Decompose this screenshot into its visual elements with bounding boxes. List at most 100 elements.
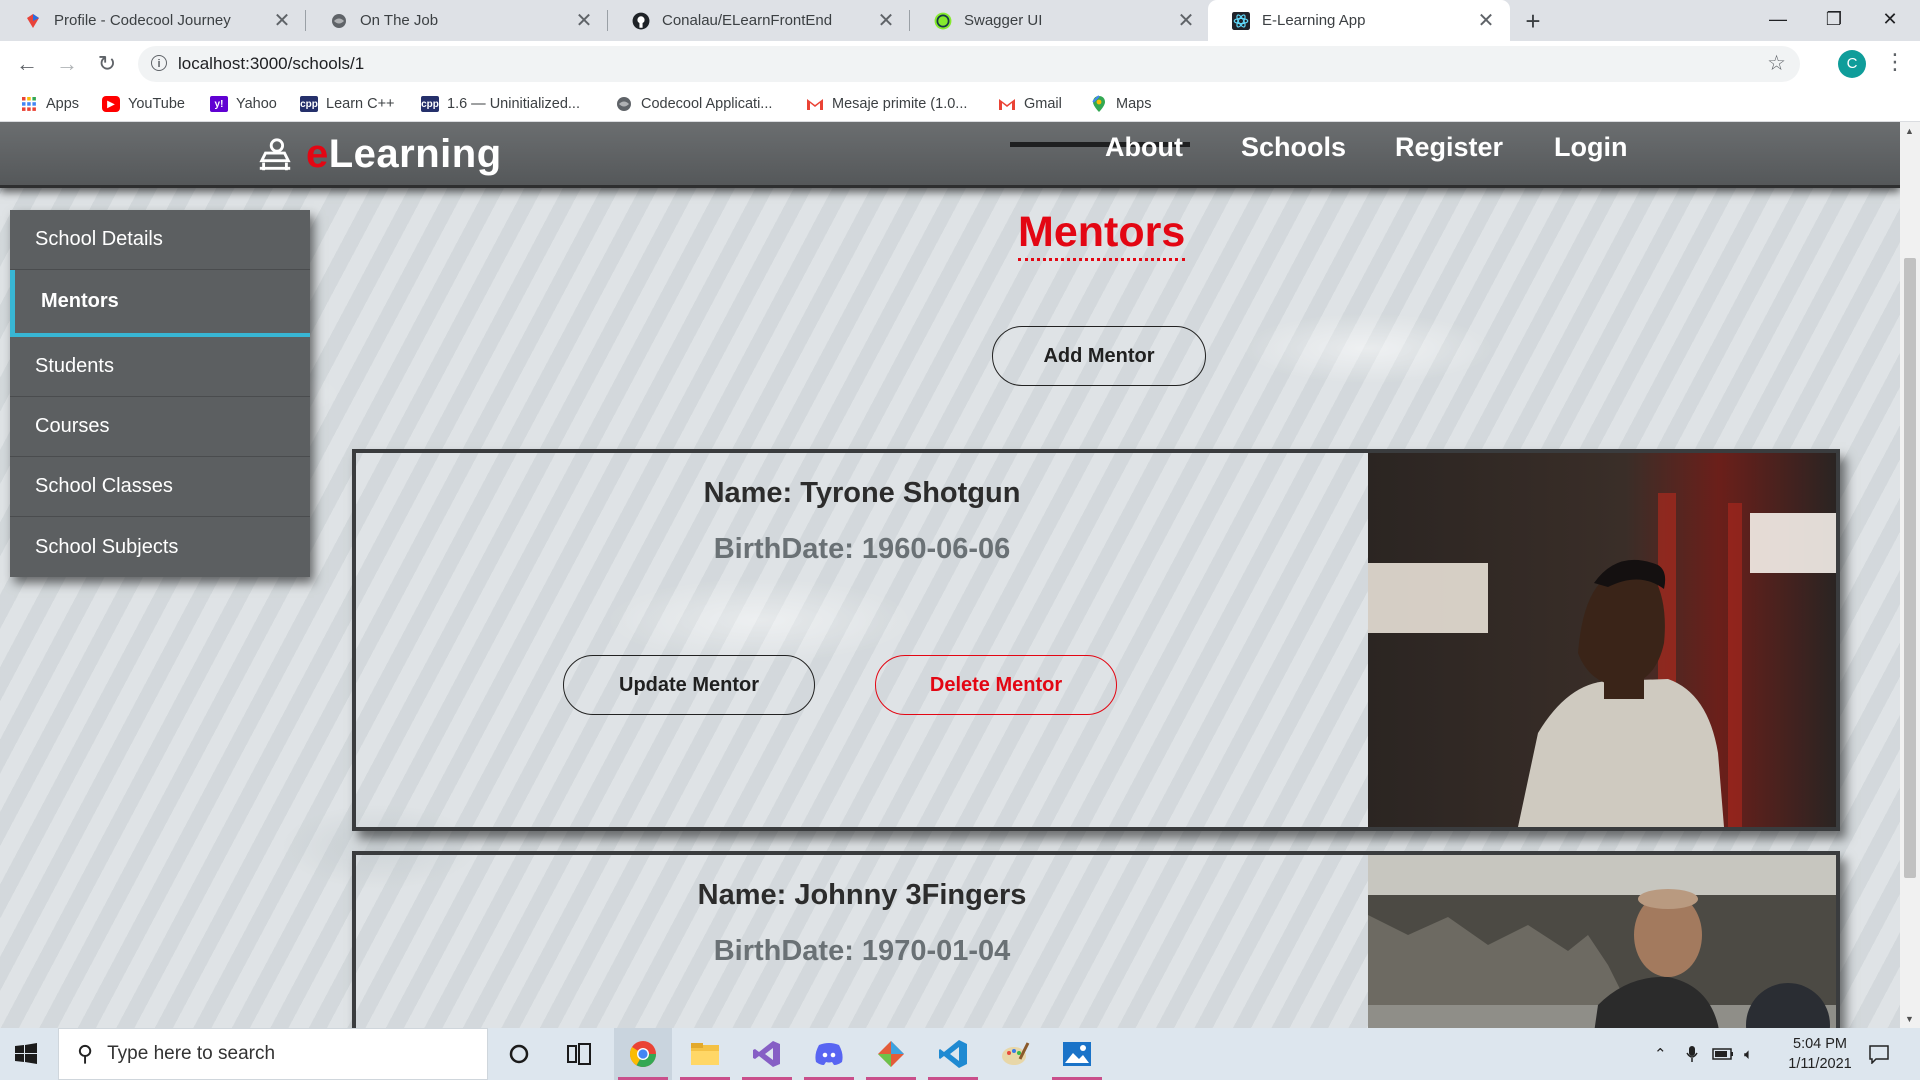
- nav-register[interactable]: Register: [1395, 132, 1503, 163]
- sidebar-item-school-details[interactable]: School Details: [10, 210, 310, 270]
- maps-icon: [1090, 95, 1108, 112]
- close-icon[interactable]: ✕: [876, 11, 896, 31]
- github-icon: [632, 12, 650, 30]
- tab-on-the-job[interactable]: On The Job ✕: [306, 0, 608, 41]
- cortana-icon[interactable]: [490, 1028, 548, 1080]
- profile-avatar[interactable]: C: [1838, 50, 1866, 78]
- tab-profile-codecool[interactable]: Profile - Codecool Journey ✕: [0, 0, 306, 41]
- notification-icon[interactable]: [1868, 1028, 1890, 1080]
- bookmark-youtube[interactable]: ▶ YouTube: [102, 94, 185, 114]
- taskbar-clock[interactable]: 5:04 PM 1/11/2021: [1770, 1034, 1870, 1074]
- mentor-card: Name: Johnny 3Fingers BirthDate: 1970-01…: [352, 851, 1840, 1028]
- close-icon[interactable]: ✕: [574, 11, 594, 31]
- bookmark-label: Maps: [1116, 96, 1152, 112]
- sidebar-item-school-classes[interactable]: School Classes: [10, 457, 310, 517]
- microphone-icon[interactable]: [1686, 1028, 1698, 1080]
- menu-kebab-icon[interactable]: ⋮: [1884, 49, 1906, 75]
- file-explorer-icon[interactable]: [676, 1028, 734, 1080]
- discord-icon[interactable]: [800, 1028, 858, 1080]
- sidebar-item-school-subjects[interactable]: School Subjects: [10, 517, 310, 577]
- clock-date: 1/11/2021: [1788, 1056, 1852, 1072]
- mentor-photo: [1368, 855, 1836, 1028]
- bookmark-apps[interactable]: Apps: [20, 94, 79, 114]
- visual-studio-icon[interactable]: [738, 1028, 796, 1080]
- maximize-icon[interactable]: ❐: [1806, 0, 1862, 41]
- gitkraken-icon[interactable]: [862, 1028, 920, 1080]
- swagger-icon: [934, 12, 952, 30]
- apps-grid-icon: [20, 96, 38, 112]
- update-mentor-button[interactable]: Update Mentor: [563, 655, 815, 715]
- new-tab-button[interactable]: +: [1518, 6, 1548, 36]
- forward-arrow-icon[interactable]: →: [52, 49, 82, 79]
- add-mentor-button[interactable]: Add Mentor: [992, 326, 1206, 386]
- gmail-icon: [998, 96, 1016, 112]
- address-bar[interactable]: i localhost:3000/schools/1 ☆: [138, 46, 1800, 82]
- site-logo[interactable]: eLearning: [256, 132, 502, 177]
- tab-title: Conalau/ELearnFrontEnd: [662, 12, 833, 29]
- tab-title: Swagger UI: [964, 12, 1043, 29]
- scroll-up-arrow-icon[interactable]: ▲: [1905, 126, 1914, 136]
- bookmark-label: Learn C++: [326, 96, 395, 112]
- scroll-thumb[interactable]: [1904, 258, 1916, 878]
- photos-icon[interactable]: [1048, 1028, 1106, 1080]
- nav-about[interactable]: About: [1105, 132, 1183, 163]
- vscode-icon[interactable]: [924, 1028, 982, 1080]
- nav-schools[interactable]: Schools: [1241, 132, 1346, 163]
- bookmark-gmail[interactable]: Gmail: [998, 94, 1062, 114]
- bookmark-label: Apps: [46, 96, 80, 112]
- taskbar-search-placeholder: Type here to search: [107, 1043, 276, 1064]
- search-icon: ⚲: [77, 1041, 94, 1066]
- mentor-info: Name: Tyrone Shotgun BirthDate: 1960-06-…: [356, 453, 1368, 827]
- browser-tab-strip: Profile - Codecool Journey ✕ On The Job …: [0, 0, 1920, 41]
- bookmark-label: Codecool Applicati...: [641, 96, 773, 112]
- minimize-icon[interactable]: —: [1750, 0, 1806, 41]
- sidebar-item-courses[interactable]: Courses: [10, 397, 310, 457]
- bookmark-star-icon[interactable]: ☆: [1767, 51, 1786, 76]
- school-sidebar: School Details Mentors Students Courses …: [10, 210, 310, 577]
- windows-start-icon[interactable]: [14, 1042, 38, 1066]
- close-icon[interactable]: ✕: [272, 11, 292, 31]
- bookmark-mesaje[interactable]: Mesaje primite (1.0...: [806, 94, 967, 114]
- scroll-down-arrow-icon[interactable]: ▼: [1905, 1014, 1914, 1024]
- mentor-name: Name: Johnny 3Fingers: [697, 879, 1027, 911]
- windows-taskbar: ⚲ Type here to search ⌃ 🔈︎ 5:04 PM 1/11/…: [0, 1028, 1920, 1080]
- paint-icon[interactable]: [986, 1028, 1044, 1080]
- react-icon: [1232, 11, 1250, 30]
- delete-mentor-button[interactable]: Delete Mentor: [875, 655, 1117, 715]
- tray-chevron-icon[interactable]: ⌃: [1654, 1028, 1667, 1080]
- mentor-photo: [1368, 453, 1836, 827]
- url-text[interactable]: localhost:3000/schools/1: [178, 54, 364, 74]
- clock-time: 5:04 PM: [1793, 1036, 1847, 1052]
- nav-login[interactable]: Login: [1554, 132, 1627, 163]
- bookmark-label: YouTube: [128, 96, 185, 112]
- bookmark-uninitialized[interactable]: cpp 1.6 — Uninitialized...: [421, 94, 580, 114]
- mentor-info: Name: Johnny 3Fingers BirthDate: 1970-01…: [356, 855, 1368, 1028]
- bookmark-yahoo[interactable]: y! Yahoo: [210, 94, 277, 114]
- page-scrollbar[interactable]: ▲ ▼: [1900, 122, 1920, 1028]
- back-arrow-icon[interactable]: ←: [12, 49, 42, 79]
- student-desk-icon: [259, 137, 291, 170]
- bookmark-maps[interactable]: Maps: [1090, 94, 1151, 114]
- bookmark-label: Yahoo: [236, 96, 277, 112]
- sidebar-item-students[interactable]: Students: [10, 337, 310, 397]
- volume-icon[interactable]: 🔈︎: [1744, 1028, 1753, 1080]
- brand-e: e: [306, 132, 329, 176]
- tab-swagger[interactable]: Swagger UI ✕: [910, 0, 1210, 41]
- reload-icon[interactable]: ↻: [92, 49, 122, 79]
- tab-elearning-app[interactable]: E-Learning App ✕: [1208, 0, 1510, 41]
- window-close-icon[interactable]: ✕: [1862, 0, 1918, 41]
- close-icon[interactable]: ✕: [1176, 11, 1196, 31]
- page-title: Mentors: [1018, 208, 1186, 261]
- taskbar-search[interactable]: ⚲ Type here to search: [58, 1028, 488, 1080]
- info-icon[interactable]: i: [151, 55, 167, 71]
- chrome-taskbar-icon[interactable]: [614, 1028, 672, 1080]
- bookmark-codecool-app[interactable]: Codecool Applicati...: [615, 94, 772, 114]
- bookmark-learn-cpp[interactable]: cpp Learn C++: [300, 94, 395, 114]
- sidebar-item-mentors[interactable]: Mentors: [10, 270, 310, 337]
- mentor-birthdate: BirthDate: 1970-01-04: [713, 935, 1011, 967]
- globe-icon: [615, 96, 633, 112]
- task-view-icon[interactable]: [550, 1028, 608, 1080]
- close-icon[interactable]: ✕: [1476, 11, 1496, 31]
- battery-icon[interactable]: [1712, 1028, 1734, 1080]
- tab-github-elearn[interactable]: Conalau/ELearnFrontEnd ✕: [608, 0, 910, 41]
